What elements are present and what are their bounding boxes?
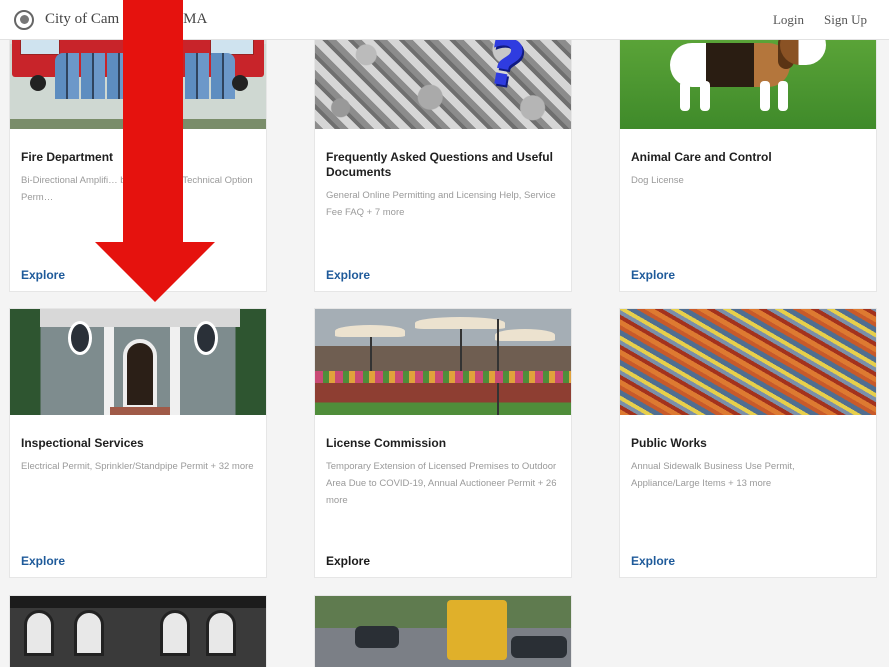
department-card-animal-care[interactable]: Animal Care and Control Dog License Expl… [619, 22, 877, 292]
card-title: Public Works [631, 436, 707, 450]
card-description: Temporary Extension of Licensed Premises… [326, 461, 557, 506]
sign-up-link[interactable]: Sign Up [824, 12, 867, 28]
explore-link[interactable]: Explore [21, 554, 65, 568]
department-card-public-works[interactable]: Public Works Annual Sidewalk Business Us… [619, 308, 877, 578]
interior-hall-photo [10, 596, 266, 667]
card-title: Frequently Asked Questions and Useful Do… [326, 150, 553, 179]
department-card-faq[interactable]: ? Frequently Asked Questions and Useful … [314, 22, 572, 292]
explore-link[interactable]: Explore [21, 268, 65, 282]
site-title[interactable]: City of Cam [45, 11, 119, 28]
explore-link[interactable]: Explore [631, 268, 675, 282]
aerial-city-photo [620, 309, 876, 415]
city-seal-icon[interactable] [14, 9, 34, 30]
explore-link[interactable]: Explore [631, 554, 675, 568]
department-card-row3-2[interactable] [314, 595, 572, 667]
department-card-inspectional-services[interactable]: Inspectional Services Electrical Permit,… [9, 308, 267, 578]
department-card-row3-1[interactable] [9, 595, 267, 667]
card-title: License Commission [326, 436, 447, 450]
red-arrow-annotation [123, 0, 183, 243]
card-description: Annual Sidewalk Business Use Permit, App… [631, 461, 795, 489]
card-title: Animal Care and Control [631, 150, 772, 164]
red-arrow-head [95, 242, 215, 302]
login-link[interactable]: Login [773, 12, 804, 28]
card-description: Dog License [631, 175, 684, 186]
department-card-license-commission[interactable]: License Commission Temporary Extension o… [314, 308, 572, 578]
explore-link[interactable]: Explore [326, 554, 370, 568]
account-nav: Login Sign Up [773, 12, 867, 28]
card-description: General Online Permitting and Licensing … [326, 190, 556, 218]
outdoor-cafe-photo [315, 309, 571, 415]
explore-link[interactable]: Explore [326, 268, 370, 282]
card-description: Electrical Permit, Sprinkler/Standpipe P… [21, 461, 254, 472]
site-title-tail[interactable]: MA [183, 11, 207, 28]
house-entrance-photo [10, 309, 266, 415]
street-traffic-photo [315, 596, 571, 667]
card-title: Inspectional Services [21, 436, 144, 450]
